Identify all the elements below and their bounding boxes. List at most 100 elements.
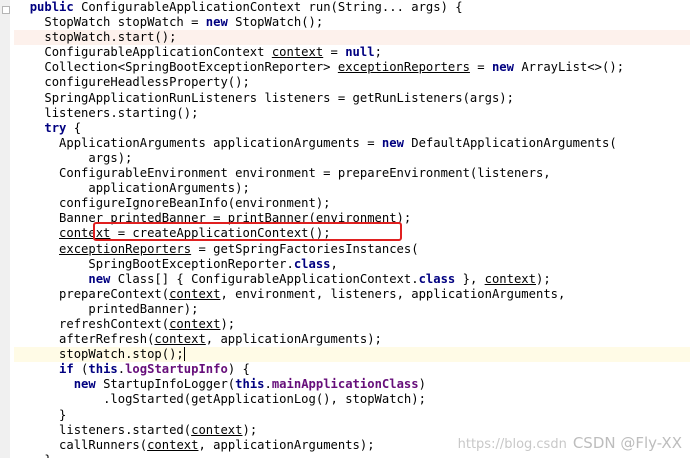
code-line[interactable]: public ConfigurableApplicationContext ru… <box>14 0 690 15</box>
code-token: ) { <box>227 362 250 377</box>
code-token: configureIgnoreBeanInfo(environment); <box>59 196 331 211</box>
code-token: new <box>491 60 522 75</box>
code-token: exceptionReporters <box>59 241 192 256</box>
code-line[interactable]: listeners.starting(); <box>14 106 690 121</box>
editor-gutter <box>0 0 10 458</box>
code-token: stopWatch.stop(); <box>59 347 184 362</box>
code-line[interactable]: args); <box>14 151 690 166</box>
code-line[interactable]: Collection<SpringBootExceptionReporter> … <box>14 60 690 75</box>
code-token: afterRefresh( <box>59 332 155 347</box>
code-token: stopWatch.start(); <box>44 30 177 45</box>
highlight-box <box>93 222 402 241</box>
code-line[interactable]: stopWatch.stop(); <box>14 347 690 363</box>
code-token: ); <box>220 316 236 331</box>
code-line[interactable]: afterRefresh(context, applicationArgumen… <box>14 332 690 347</box>
code-line[interactable]: stopWatch.start(); <box>14 30 690 46</box>
code-token: prepareContext( <box>59 286 170 301</box>
code-token: context <box>169 286 221 301</box>
code-token: StopWatch stopWatch = <box>44 15 206 30</box>
code-token: ConfigurableEnvironment environment = pr… <box>59 166 551 181</box>
code-token: listeners.starting(); <box>44 105 199 120</box>
text-caret <box>183 347 185 362</box>
code-line[interactable]: new StartupInfoLogger(this.mainApplicati… <box>14 377 690 392</box>
code-line[interactable]: } <box>14 408 690 423</box>
code-token: context <box>147 437 199 452</box>
code-token: = getSpringFactoriesInstances( <box>191 241 419 256</box>
code-token: null <box>345 45 375 60</box>
code-token: mainApplicationClass <box>271 377 419 392</box>
code-token: SpringBootExceptionReporter. <box>88 256 294 271</box>
code-line[interactable]: } <box>14 453 690 458</box>
watermark-brand: CSDN @Fly-XX <box>572 434 682 452</box>
code-token: SpringApplicationRunListeners listeners … <box>44 90 514 105</box>
code-line[interactable]: if (this.logStartupInfo) { <box>14 362 690 377</box>
code-token: ) <box>418 377 426 392</box>
code-token: , applicationArguments); <box>198 437 375 452</box>
code-token: printedBanner); <box>88 301 199 316</box>
code-token: args); <box>88 150 133 165</box>
code-token: } <box>59 407 67 422</box>
code-token: refreshContext( <box>59 316 170 331</box>
code-token: }, <box>462 271 485 286</box>
code-token: callRunners( <box>59 437 148 452</box>
watermark: https://blog.csdn CSDN @Fly-XX <box>458 434 682 452</box>
code-token: applicationArguments); <box>88 181 250 196</box>
code-line[interactable]: configureIgnoreBeanInfo(environment); <box>14 196 690 211</box>
code-line[interactable]: new Class[] { ConfigurableApplicationCon… <box>14 272 690 287</box>
code-token: Collection<SpringBootExceptionReporter> <box>44 60 338 75</box>
code-token: ApplicationArguments applicationArgument… <box>59 135 382 150</box>
code-token: class <box>418 271 463 286</box>
code-line[interactable]: StopWatch stopWatch = new StopWatch(); <box>14 15 690 30</box>
code-line[interactable]: exceptionReporters = getSpringFactoriesI… <box>14 242 690 257</box>
code-token: new <box>73 377 104 392</box>
code-token: public <box>29 0 82 14</box>
code-token: Class[] { ConfigurableApplicationContext… <box>117 271 419 286</box>
code-token: configureHeadlessProperty(); <box>44 75 250 90</box>
fold-icon[interactable] <box>2 6 10 14</box>
code-token: new <box>88 271 118 286</box>
code-line[interactable]: SpringApplicationRunListeners listeners … <box>14 91 690 106</box>
code-token: this <box>88 362 118 377</box>
code-editor[interactable]: public ConfigurableApplicationContext ru… <box>0 0 690 458</box>
code-token: , <box>330 256 338 271</box>
code-token: StartupInfoLogger( <box>103 377 236 392</box>
code-line[interactable]: prepareContext(context, environment, lis… <box>14 287 690 302</box>
code-token: = <box>323 45 346 60</box>
code-line[interactable]: SpringBootExceptionReporter.class, <box>14 257 690 272</box>
code-line[interactable]: printedBanner); <box>14 302 690 317</box>
code-line[interactable]: try { <box>14 121 690 136</box>
code-line[interactable]: ConfigurableApplicationContext context =… <box>14 45 690 60</box>
code-token: , environment, listeners, applicationArg… <box>220 286 566 301</box>
code-line[interactable]: refreshContext(context); <box>14 317 690 332</box>
code-token: context <box>484 271 536 286</box>
code-token: listeners.started( <box>59 422 192 437</box>
code-token: ArrayList<>(); <box>521 60 625 75</box>
code-token: . <box>264 377 272 392</box>
code-token: . <box>117 362 126 377</box>
code-token: { <box>73 120 82 135</box>
code-token: logStartupInfo <box>125 362 228 377</box>
code-token: ); <box>242 422 258 437</box>
code-token: new <box>381 135 412 150</box>
code-token: } <box>44 453 51 458</box>
code-token: context <box>169 316 221 331</box>
code-token: try <box>44 120 74 135</box>
code-token: , applicationArguments); <box>205 332 382 347</box>
code-token: context <box>271 45 324 60</box>
code-line[interactable]: .logStarted(getApplicationLog(), stopWat… <box>14 392 690 407</box>
code-line[interactable]: applicationArguments); <box>14 181 690 196</box>
code-token: ); <box>536 271 551 286</box>
code-token: = <box>469 60 492 75</box>
code-token: .logStarted(getApplicationLog(), stopWat… <box>103 392 426 407</box>
code-line[interactable]: ConfigurableEnvironment environment = pr… <box>14 166 690 181</box>
code-line[interactable]: ApplicationArguments applicationArgument… <box>14 136 690 151</box>
code-token: class <box>293 256 331 271</box>
code-token: new <box>205 15 236 30</box>
code-token: StopWatch(); <box>235 15 324 30</box>
code-token: if <box>59 362 82 377</box>
code-line[interactable]: configureHeadlessProperty(); <box>14 75 690 90</box>
code-token: context <box>191 422 243 437</box>
code-token: ; <box>374 45 382 60</box>
code-token: context <box>154 332 206 347</box>
code-token: exceptionReporters <box>337 60 470 75</box>
